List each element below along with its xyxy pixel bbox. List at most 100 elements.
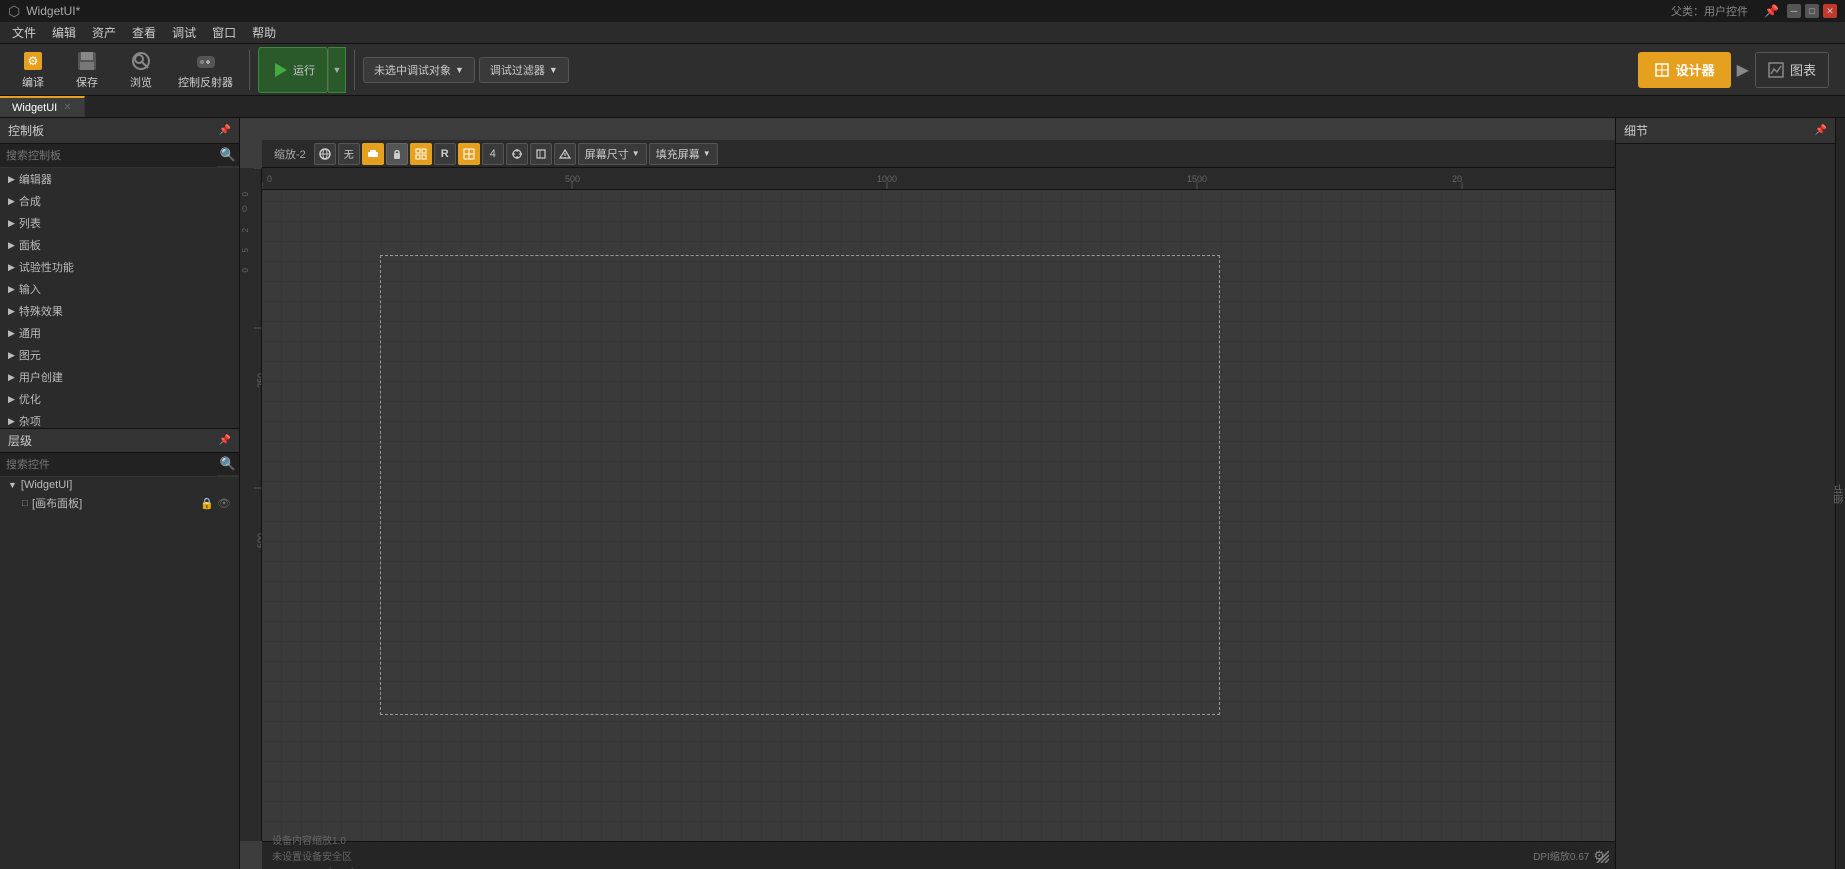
menu-edit[interactable]: 编辑 [44,22,84,43]
details-pin-icon[interactable]: 📌 [1815,125,1827,136]
menu-help[interactable]: 帮助 [244,22,284,43]
size-icon [535,148,547,160]
palette-search-input[interactable] [0,148,217,164]
canvas-world-icon-btn[interactable] [314,143,336,165]
hierarchy-pin-icon[interactable]: 📌 [219,435,231,446]
category-experimental[interactable]: ▶ 试验性功能 [0,256,239,278]
svg-text:⚙: ⚙ [28,54,39,68]
category-arrow-icon: ▶ [8,350,15,361]
main-layout: 控制板 📌 🔍 ▶ 编辑器 ▶ 合成 ▶ 列表 ▶ 面板 [0,118,1845,869]
canvas-none-btn[interactable]: 无 [338,143,360,165]
menu-assets[interactable]: 资产 [84,22,124,43]
maximize-button[interactable]: □ [1805,4,1819,18]
hierarchy-search-button[interactable]: 🔍 [217,454,239,476]
debug-target-button[interactable]: 未选中调试对象 [363,57,475,83]
screen-size-dropdown[interactable]: 屏幕尺寸 [578,143,647,165]
compile-icon: ⚙ [21,50,45,72]
menu-view[interactable]: 查看 [124,22,164,43]
controller-icon [194,50,218,72]
tab-widget-ui[interactable]: WidgetUI ✕ [0,96,85,117]
run-dropdown-button[interactable]: ▼ [328,47,346,93]
designer-button[interactable]: 设计器 [1638,52,1731,88]
canvas-crosshair-btn[interactable] [506,143,528,165]
browse-button[interactable]: 浏览 [116,47,166,93]
top-right-toolbar: 设计器 ▶ 图表 [1638,52,1837,88]
hierarchy-header: 层级 📌 [0,429,239,453]
category-primitives[interactable]: ▶ 图元 [0,344,239,366]
vertical-ruler: 0 0 250 500 0 2 5 0 [240,168,262,841]
category-editor[interactable]: ▶ 编辑器 [0,168,239,190]
category-arrow-icon: ▶ [8,372,15,383]
minimize-button[interactable]: ─ [1787,4,1801,18]
canvas-area: 缩放-2 无 [240,118,1615,869]
orange-icon1 [367,148,379,160]
svg-text:0: 0 [242,204,247,214]
canvas-grid-btn[interactable] [410,143,432,165]
category-user-created[interactable]: ▶ 用户创建 [0,366,239,388]
category-composite[interactable]: ▶ 合成 [0,190,239,212]
canvas-lock-btn[interactable] [386,143,408,165]
canvas-orange-btn1[interactable] [362,143,384,165]
graph-button[interactable]: 图表 [1755,52,1829,88]
fill-screen-dropdown[interactable]: 填充屏幕 [649,143,718,165]
category-special-effects[interactable]: ▶ 特殊效果 [0,300,239,322]
category-misc[interactable]: ▶ 杂项 [0,410,239,428]
tab-close-icon[interactable]: ✕ [63,102,71,113]
palette-search-button[interactable]: 🔍 [217,145,239,167]
svg-text:0: 0 [267,174,272,184]
window-title: WidgetUI* [26,4,1671,18]
canvas-r-btn[interactable]: R [434,143,456,165]
details-content [1616,144,1835,869]
palette-header: 控制板 📌 [0,118,239,144]
category-arrow-icon: ▶ [8,394,15,405]
resize-handle-icon [1595,849,1609,863]
canvas-content[interactable] [262,190,1615,841]
hierarchy-search-input[interactable] [0,457,217,473]
debug-filter-button[interactable]: 调试过滤器 [479,57,569,83]
canvas-snap-btn[interactable] [458,143,480,165]
menu-window[interactable]: 窗口 [204,22,244,43]
hierarchy-item-icons: 🔒 👁 [200,497,231,510]
toolbar-sep-1 [249,50,250,90]
tree-file-icon: □ [22,498,28,509]
menu-debug[interactable]: 调试 [164,22,204,43]
lock-icon[interactable]: 🔒 [200,497,214,510]
hierarchy-item-canvas-panel[interactable]: □ [画布面板] 🔒 👁 [0,493,239,513]
designer-icon [1654,62,1670,78]
graph-icon [1768,62,1784,78]
run-button[interactable]: 运行 [258,47,328,93]
category-arrow-icon: ▶ [8,328,15,339]
controller-reflector-button[interactable]: 控制反射器 [170,47,241,93]
category-common-general[interactable]: ▶ 通用 [0,322,239,344]
category-panel[interactable]: ▶ 面板 [0,234,239,256]
canvas-status-left: 设备内容缩放1.0 未设置设备安全区 1280 x 720（16:9） [272,832,361,869]
details-panel: 细节 📌 [1615,118,1835,869]
compile-button[interactable]: ⚙ 编译 [8,47,58,93]
category-list[interactable]: ▶ 列表 [0,212,239,234]
pin-icon[interactable]: 📌 [1764,4,1779,18]
category-input[interactable]: ▶ 输入 [0,278,239,300]
visibility-icon[interactable]: 👁 [217,497,231,510]
left-panel: 控制板 📌 🔍 ▶ 编辑器 ▶ 合成 ▶ 列表 ▶ 面板 [0,118,240,869]
canvas-num-btn[interactable]: 4 [482,143,504,165]
save-button[interactable]: 保存 [62,47,112,93]
hierarchy-item-widgetui[interactable]: ▼ [WidgetUI] [0,477,239,493]
palette-items-list: ▶ 编辑器 ▶ 合成 ▶ 列表 ▶ 面板 ▶ 试验性功能 ▶ 输入 [0,168,239,428]
canvas-size-btn[interactable] [530,143,552,165]
category-optimize[interactable]: ▶ 优化 [0,388,239,410]
palette-search-row: 🔍 [0,144,239,168]
palette-pin-icon[interactable]: 📌 [219,125,231,136]
window-controls: ─ □ ✕ [1787,4,1837,18]
right-slim-label[interactable]: 细节 [1833,484,1845,504]
close-button[interactable]: ✕ [1823,4,1837,18]
hierarchy-section: 层级 📌 🔍 ▼ [WidgetUI] □ [画布面板] 🔒 👁 [0,428,239,513]
svg-text:20: 20 [1452,174,1462,184]
warning-icon [559,148,571,160]
category-arrow-icon: ▶ [8,416,15,427]
parent-class-label: 父类：用户控件 [1671,3,1748,19]
canvas-warning-btn[interactable] [554,143,576,165]
lock-icon-canvas [391,148,403,160]
category-arrow-icon: ▶ [8,240,15,251]
menu-file[interactable]: 文件 [4,22,44,43]
details-header: 细节 📌 [1616,118,1835,144]
